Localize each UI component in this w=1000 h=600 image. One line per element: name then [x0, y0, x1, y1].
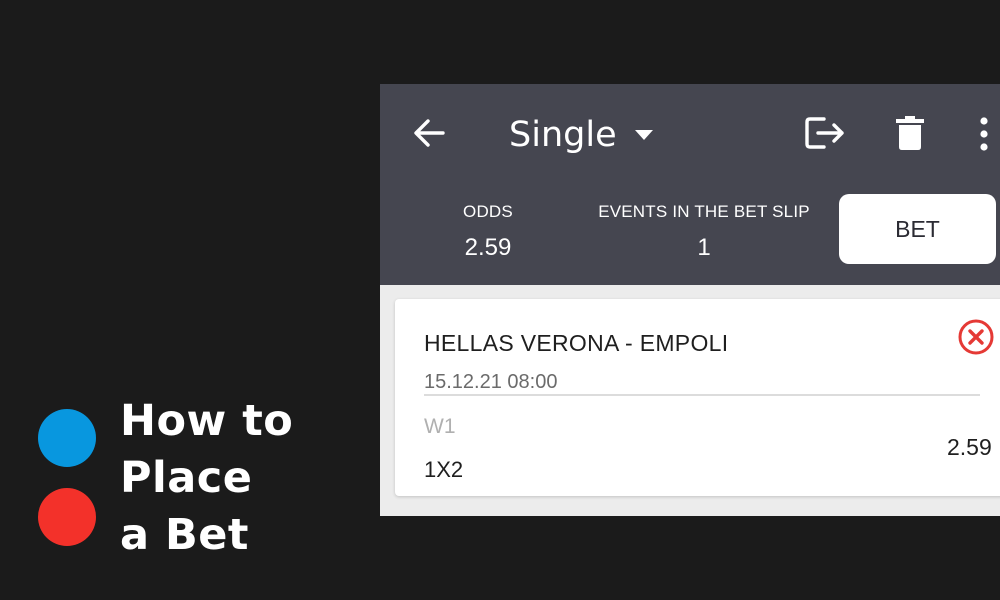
red-dot: [38, 488, 96, 546]
odds-summary: ODDS 2.59: [440, 202, 536, 262]
bet-type-label: Single: [509, 115, 617, 155]
events-value: 1: [697, 234, 711, 261]
match-title: HELLAS VERONA - EMPOLI: [424, 330, 729, 356]
bet-type-dropdown[interactable]: Single: [509, 112, 653, 158]
outcome-coefficient: 2.59: [947, 434, 992, 460]
logout-share-icon[interactable]: [804, 116, 846, 150]
trash-icon[interactable]: [896, 116, 924, 150]
caret-down-icon: [634, 130, 653, 140]
bet-button[interactable]: BET: [839, 194, 996, 264]
card-divider: [424, 394, 980, 396]
promo-title: How to Place a Bet: [120, 393, 293, 564]
events-summary: EVENTS IN THE BET SLIP 1: [594, 202, 814, 262]
odds-value: 2.59: [464, 234, 512, 261]
blue-dot: [38, 409, 96, 467]
events-label: EVENTS IN THE BET SLIP: [598, 202, 810, 221]
outcome-label: W1: [424, 415, 456, 438]
close-circle-icon[interactable]: [957, 318, 995, 356]
bet-slip-header: Single ODDS 2.59 EVENTS IN THE BET SLIP …: [380, 84, 1000, 285]
bet-card: HELLAS VERONA - EMPOLI 15.12.21 08:00 W1…: [395, 299, 1000, 496]
promo-line-3: a Bet: [120, 510, 249, 560]
odds-label: ODDS: [463, 202, 513, 221]
more-vertical-icon[interactable]: [978, 117, 994, 151]
match-datetime: 15.12.21 08:00: [424, 371, 558, 393]
promo-line-1: How to: [120, 396, 294, 446]
bet-slip-panel: Single ODDS 2.59 EVENTS IN THE BET SLIP …: [380, 84, 1000, 516]
arrow-left-icon[interactable]: [412, 116, 446, 150]
promo-line-2: Place: [120, 453, 253, 503]
market-label: 1X2: [424, 457, 464, 482]
page: How to Place a Bet Single ODDS 2.59 EVEN…: [0, 0, 1000, 600]
